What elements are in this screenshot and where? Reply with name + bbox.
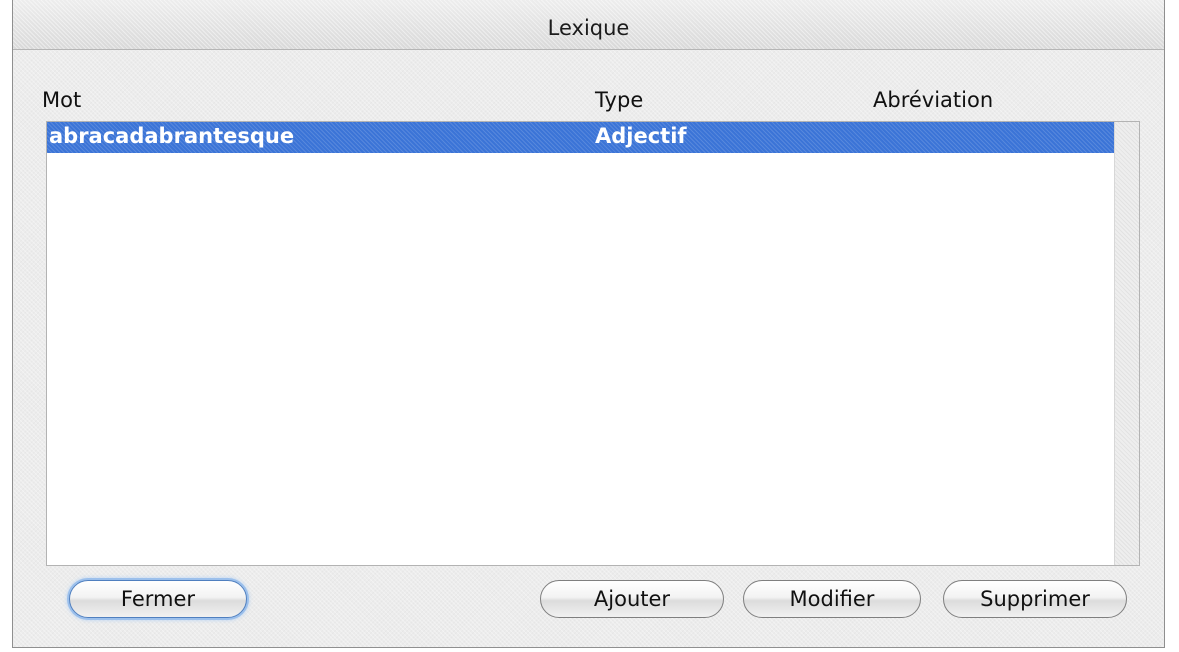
lexique-dialog: Lexique Mot Type Abréviation abracadabra… (12, 0, 1165, 648)
column-header-abreviation[interactable]: Abréviation (873, 88, 993, 112)
table-row[interactable]: abracadabrantesque Adjectif (47, 122, 1115, 153)
title-bar[interactable]: Lexique (13, 0, 1164, 50)
column-header-type[interactable]: Type (595, 88, 643, 112)
lexicon-list[interactable]: abracadabrantesque Adjectif (46, 121, 1140, 566)
vertical-scrollbar[interactable] (1114, 122, 1139, 565)
cell-type: Adjectif (595, 124, 687, 148)
cell-mot: abracadabrantesque (49, 124, 295, 148)
delete-button[interactable]: Supprimer (943, 580, 1127, 618)
column-header-mot[interactable]: Mot (42, 88, 81, 112)
close-button[interactable]: Fermer (69, 580, 247, 618)
add-button[interactable]: Ajouter (540, 580, 724, 618)
window-title: Lexique (547, 16, 630, 40)
edit-button[interactable]: Modifier (743, 580, 921, 618)
